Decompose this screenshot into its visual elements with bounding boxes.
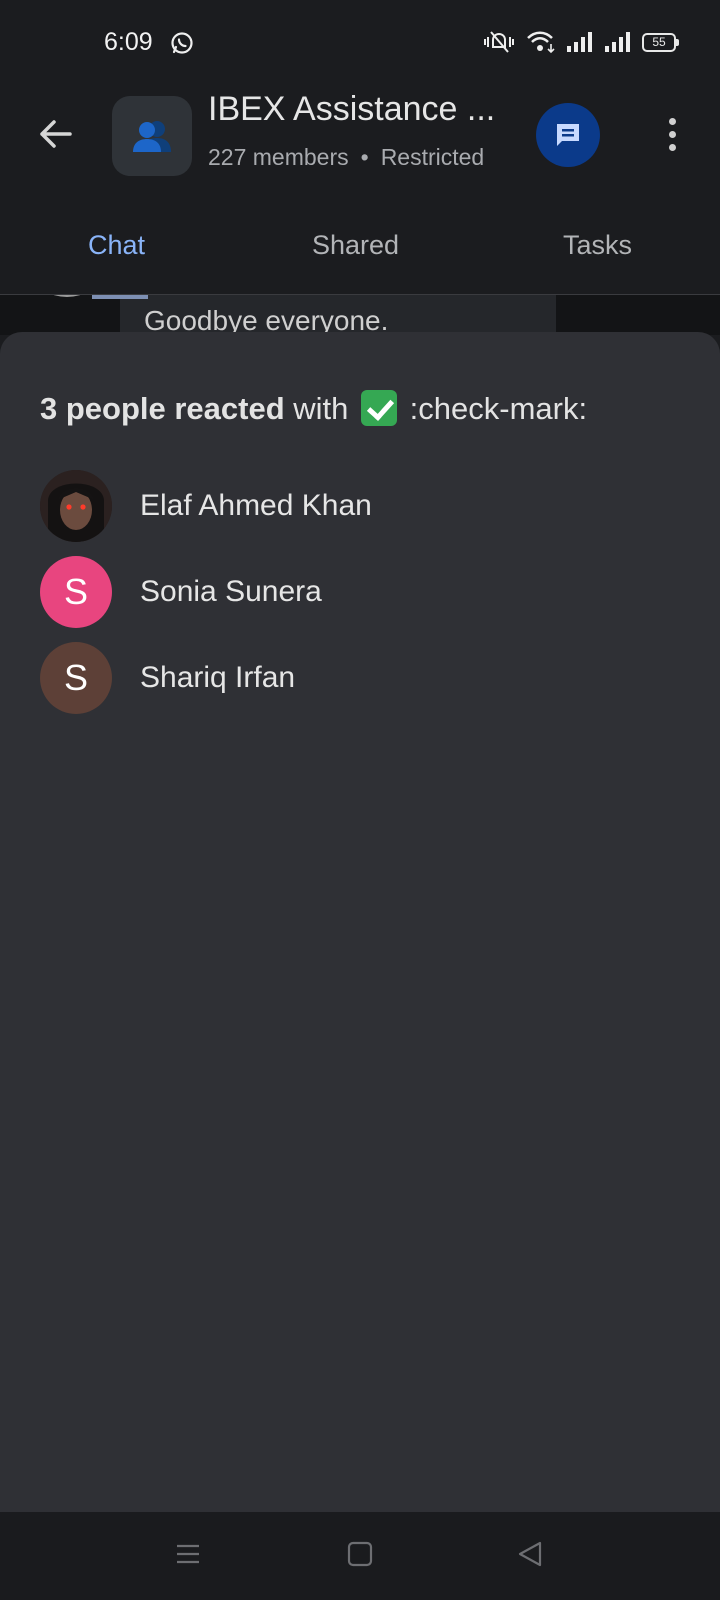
reactions-sheet: 3 people reacted with :check-mark: Elaf … [0, 332, 720, 1512]
avatar [36, 295, 98, 297]
open-chat-button[interactable] [536, 103, 600, 167]
wifi-icon [527, 31, 555, 54]
home-icon[interactable] [346, 1540, 374, 1568]
whatsapp-icon [171, 32, 193, 54]
back-arrow-icon[interactable] [36, 114, 76, 154]
tab-bar: Chat Shared Tasks [0, 214, 720, 295]
status-bar: 6:09 55 [0, 0, 720, 88]
reaction-with: with [293, 391, 349, 426]
system-nav-bar [0, 1512, 720, 1600]
reaction-emoji-name: :check-mark: [409, 391, 588, 426]
reaction-count: 3 people reacted [40, 391, 285, 426]
member-count: 227 members [208, 144, 349, 170]
reactor-row[interactable]: S Sonia Sunera [0, 548, 720, 634]
check-mark-emoji-icon [361, 390, 398, 426]
subtitle-separator: • [360, 144, 369, 170]
reactions-heading: 3 people reacted with :check-mark: [40, 390, 587, 427]
reactor-name: Shariq Irfan [140, 661, 296, 694]
chat-background: Goodbye everyone. [0, 295, 720, 335]
recents-icon[interactable] [174, 1540, 202, 1568]
reactor-name: Elaf Ahmed Khan [140, 489, 372, 522]
tab-shared[interactable]: Shared [312, 230, 399, 261]
group-subtitle: 227 members • Restricted [208, 144, 484, 171]
avatar: S [40, 556, 112, 628]
message-text: Goodbye everyone. [144, 305, 389, 335]
avatar: S [40, 642, 112, 714]
signal-icon [567, 32, 592, 52]
status-icons: 55 [484, 30, 679, 54]
group-avatar[interactable] [112, 96, 192, 176]
avatar [40, 470, 112, 542]
reactor-row[interactable]: S Shariq Irfan [0, 634, 720, 720]
group-icon [133, 121, 171, 152]
battery-icon: 55 [642, 32, 679, 52]
reactor-row[interactable]: Elaf Ahmed Khan [0, 462, 720, 548]
status-time: 6:09 [104, 28, 153, 56]
back-triangle-icon[interactable] [516, 1540, 544, 1568]
reaction-indicator [92, 295, 148, 299]
chat-bubble-icon [557, 124, 579, 146]
mute-notification-icon [484, 31, 514, 53]
access-label: Restricted [380, 144, 485, 170]
reactor-name: Sonia Sunera [140, 575, 322, 608]
tab-tasks[interactable]: Tasks [563, 230, 632, 261]
profile-photo-icon [40, 470, 112, 542]
group-title[interactable]: IBEX Assistance ... [208, 90, 495, 129]
more-vert-icon[interactable] [660, 114, 684, 158]
app-bar: IBEX Assistance ... 227 members • Restrict… [0, 88, 720, 188]
signal-icon [605, 32, 630, 52]
tab-chat[interactable]: Chat [88, 230, 145, 261]
